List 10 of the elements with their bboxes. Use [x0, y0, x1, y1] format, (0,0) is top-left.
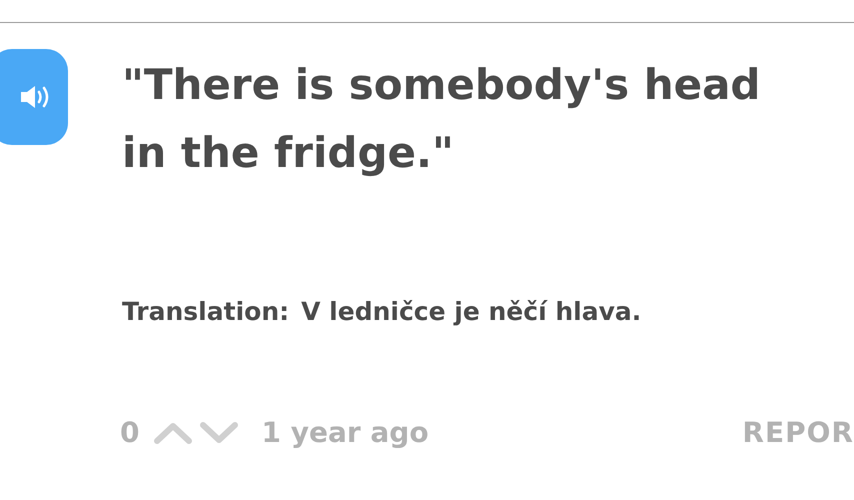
report-link[interactable]: REPOR: [742, 416, 854, 449]
timestamp: 1 year ago: [261, 416, 429, 449]
speaker-button[interactable]: [0, 49, 68, 145]
upvote-icon[interactable]: [153, 420, 194, 444]
vote-count: 0: [120, 416, 140, 449]
translation-text: V ledničce je něčí hlava.: [301, 297, 642, 326]
downvote-icon[interactable]: [199, 420, 240, 444]
speaker-icon: [19, 84, 49, 110]
translation-label: Translation:: [122, 297, 290, 326]
sentence-text: "There is somebody's head in the fridge.": [122, 59, 762, 179]
